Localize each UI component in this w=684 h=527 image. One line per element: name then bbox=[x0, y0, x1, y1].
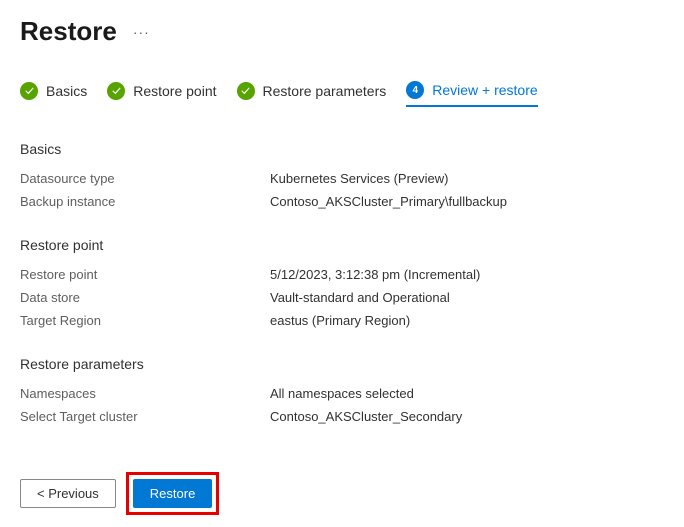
wizard-footer: < Previous Restore bbox=[20, 472, 219, 515]
value: Contoso_AKSCluster_Secondary bbox=[270, 409, 462, 424]
step-restore-point[interactable]: Restore point bbox=[107, 82, 216, 106]
label: Select Target cluster bbox=[20, 409, 270, 424]
page-header: Restore ··· bbox=[20, 16, 664, 47]
label: Backup instance bbox=[20, 194, 270, 209]
section-title: Restore point bbox=[20, 237, 664, 253]
value: Contoso_AKSCluster_Primary\fullbackup bbox=[270, 194, 507, 209]
section-restore-parameters: Restore parameters Namespaces All namesp… bbox=[20, 356, 664, 424]
step-label: Restore parameters bbox=[263, 83, 387, 99]
section-title: Basics bbox=[20, 141, 664, 157]
step-restore-parameters[interactable]: Restore parameters bbox=[237, 82, 387, 106]
step-basics[interactable]: Basics bbox=[20, 82, 87, 106]
value: Vault-standard and Operational bbox=[270, 290, 450, 305]
restore-button[interactable]: Restore bbox=[133, 479, 213, 508]
label: Namespaces bbox=[20, 386, 270, 401]
value: 5/12/2023, 3:12:38 pm (Incremental) bbox=[270, 267, 480, 282]
section-restore-point: Restore point Restore point 5/12/2023, 3… bbox=[20, 237, 664, 328]
label: Datasource type bbox=[20, 171, 270, 186]
label: Target Region bbox=[20, 313, 270, 328]
step-label: Review + restore bbox=[432, 82, 537, 98]
highlight-annotation: Restore bbox=[126, 472, 220, 515]
wizard-steps: Basics Restore point Restore parameters … bbox=[20, 81, 664, 107]
label: Restore point bbox=[20, 267, 270, 282]
row-target-cluster: Select Target cluster Contoso_AKSCluster… bbox=[20, 409, 664, 424]
check-icon bbox=[20, 82, 38, 100]
row-datasource-type: Datasource type Kubernetes Services (Pre… bbox=[20, 171, 664, 186]
row-backup-instance: Backup instance Contoso_AKSCluster_Prima… bbox=[20, 194, 664, 209]
more-icon[interactable]: ··· bbox=[133, 24, 150, 40]
previous-button[interactable]: < Previous bbox=[20, 479, 116, 508]
row-restore-point: Restore point 5/12/2023, 3:12:38 pm (Inc… bbox=[20, 267, 664, 282]
step-label: Basics bbox=[46, 83, 87, 99]
section-basics: Basics Datasource type Kubernetes Servic… bbox=[20, 141, 664, 209]
value: Kubernetes Services (Preview) bbox=[270, 171, 448, 186]
row-data-store: Data store Vault-standard and Operationa… bbox=[20, 290, 664, 305]
step-label: Restore point bbox=[133, 83, 216, 99]
step-review-restore[interactable]: 4 Review + restore bbox=[406, 81, 537, 107]
step-number-icon: 4 bbox=[406, 81, 424, 99]
row-target-region: Target Region eastus (Primary Region) bbox=[20, 313, 664, 328]
page-title: Restore bbox=[20, 16, 117, 47]
check-icon bbox=[107, 82, 125, 100]
value: eastus (Primary Region) bbox=[270, 313, 410, 328]
value: All namespaces selected bbox=[270, 386, 414, 401]
row-namespaces: Namespaces All namespaces selected bbox=[20, 386, 664, 401]
section-title: Restore parameters bbox=[20, 356, 664, 372]
check-icon bbox=[237, 82, 255, 100]
label: Data store bbox=[20, 290, 270, 305]
